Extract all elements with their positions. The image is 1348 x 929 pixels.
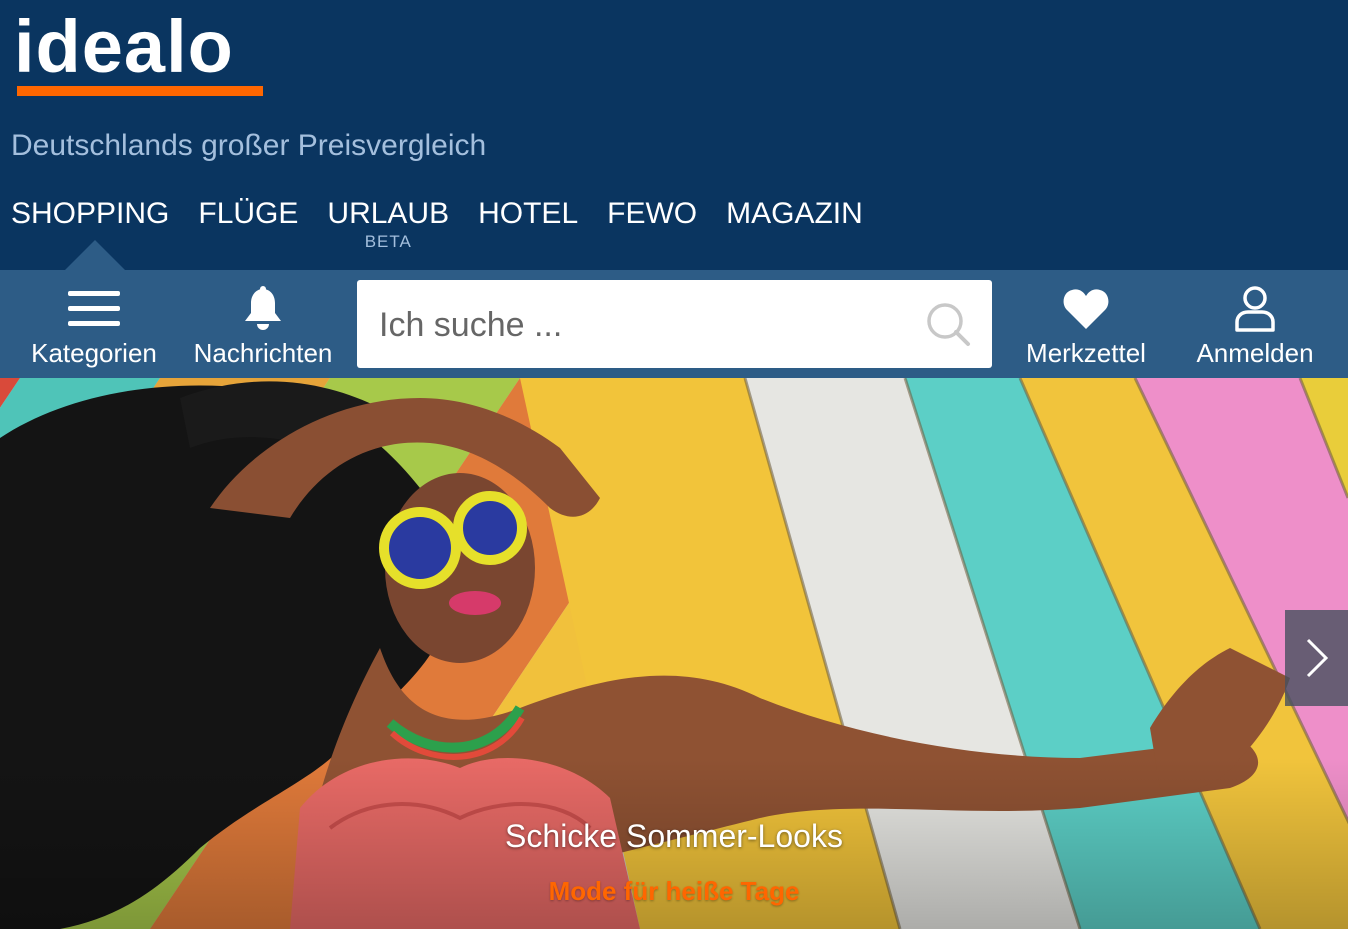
hero-subtitle[interactable]: Mode für heiße Tage xyxy=(0,874,1348,908)
beta-badge: BETA xyxy=(364,232,412,251)
categories-label: Kategorien xyxy=(31,338,157,368)
heart-icon xyxy=(1062,282,1110,336)
nav-item-fewo[interactable]: FEWO xyxy=(607,194,697,254)
active-nav-indicator xyxy=(65,240,125,270)
nav-item-fluege[interactable]: FLÜGE xyxy=(198,194,298,254)
search-box xyxy=(357,280,992,368)
login-label: Anmelden xyxy=(1196,338,1314,368)
idealo-logo[interactable]: idealo xyxy=(14,10,234,84)
nav-label: HOTEL xyxy=(478,197,579,230)
nav-label: SHOPPING xyxy=(11,197,170,230)
bell-icon xyxy=(240,282,286,336)
site-header: idealo Deutschlands großer Preisvergleic… xyxy=(0,0,1348,270)
wishlist-button[interactable]: Merkzettel xyxy=(1020,270,1152,378)
login-button[interactable]: Anmelden xyxy=(1191,270,1319,378)
nav-label: URLAUB xyxy=(327,197,450,230)
main-nav: SHOPPING FLÜGE URLAUB BETA HOTEL FEWO MA… xyxy=(11,194,892,254)
hero-banner[interactable]: Schicke Sommer-Looks Mode für heiße Tage xyxy=(0,378,1348,929)
nav-item-urlaub[interactable]: URLAUB BETA xyxy=(327,194,449,254)
search-input[interactable] xyxy=(377,298,901,352)
nav-item-magazin[interactable]: MAGAZIN xyxy=(726,194,863,254)
search-icon xyxy=(927,303,970,346)
nav-label: MAGAZIN xyxy=(726,197,863,230)
notifications-label: Nachrichten xyxy=(193,338,333,368)
wishlist-label: Merkzettel xyxy=(1026,338,1146,368)
nav-label: FLÜGE xyxy=(198,197,299,230)
carousel-next-button[interactable] xyxy=(1285,610,1348,706)
categories-button[interactable]: Kategorien xyxy=(27,270,161,378)
search-button[interactable] xyxy=(922,298,974,350)
notifications-button[interactable]: Nachrichten xyxy=(188,270,338,378)
user-icon xyxy=(1234,282,1276,336)
hero-title: Schicke Sommer-Looks xyxy=(505,818,843,854)
nav-label: FEWO xyxy=(607,197,698,230)
tagline: Deutschlands großer Preisvergleich xyxy=(11,129,487,162)
toolbar: Kategorien Nachrichten Ich suche ... Mer… xyxy=(0,270,1348,378)
nav-item-hotel[interactable]: HOTEL xyxy=(478,194,578,254)
logo-underline xyxy=(17,86,263,96)
chevron-right-icon xyxy=(1306,638,1328,678)
hamburger-menu-icon xyxy=(68,282,120,336)
page: idealo Deutschlands großer Preisvergleic… xyxy=(0,0,1348,929)
